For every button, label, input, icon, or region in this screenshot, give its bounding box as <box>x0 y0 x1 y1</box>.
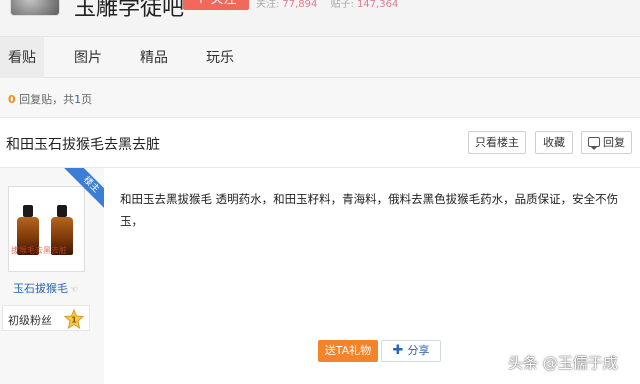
reply-summary-row: 0 回复贴，共1页 <box>0 78 640 118</box>
author-name: 玉石拔猴毛 <box>13 282 68 295</box>
author-level[interactable]: 初级粉丝 1 <box>2 305 90 331</box>
tab-fun[interactable]: 玩乐 <box>198 37 242 79</box>
post-content: 和田玉去黑拔猴毛 透明药水，和田玉籽料，青海料，俄料去黑色拔猴毛药水，品质保证，… <box>120 192 619 228</box>
posts-count: 147,364 <box>356 0 399 10</box>
follow-button[interactable]: + 关注 <box>183 0 249 10</box>
author-column: 拔猴毛去黑去脏 楼主 玉石拔猴毛 ☜ 初级粉丝 1 <box>0 168 104 384</box>
op-badge: 楼主 <box>64 168 104 212</box>
reply-button-label: 回复 <box>603 136 625 149</box>
thread-title: 和田玉石拔猴毛去黑去脏 <box>6 137 160 153</box>
share-label: 分享 <box>407 344 430 357</box>
reply-summary: 0 回复贴，共1页 <box>8 91 92 107</box>
followers-label: 关注: <box>256 0 280 10</box>
tab-posts[interactable]: 看贴 <box>0 37 44 79</box>
reply-label: 回复贴，共 <box>19 93 75 106</box>
share-button[interactable]: ✚ 分享 <box>381 340 441 362</box>
tab-bar: 看贴 图片 精品 玩乐 <box>0 36 640 79</box>
forum-header: 玉雕学徒吧 + 关注 关注:77,894 贴子:147,364 <box>0 0 640 36</box>
followers-count: 77,894 <box>282 0 318 10</box>
posts-label: 贴子: <box>330 0 354 10</box>
send-gift-button[interactable]: 送TA礼物 <box>318 340 378 362</box>
comment-icon <box>588 137 600 150</box>
only-op-button[interactable]: 只看楼主 <box>468 131 526 154</box>
forum-stats: 关注: 77,894 贴子: 147,364 <box>256 0 408 10</box>
source-watermark: 头条 @玉儒于成 <box>508 354 618 372</box>
level-number: 1 <box>71 316 77 325</box>
tab-featured[interactable]: 精品 <box>132 37 176 79</box>
hand-pointer-icon: ☜ <box>70 285 79 295</box>
page-unit: 页 <box>81 93 93 106</box>
forum-avatar[interactable] <box>10 0 60 16</box>
share-plus-icon: ✚ <box>392 343 404 358</box>
level-badge-icon: 1 <box>64 309 84 329</box>
avatar-watermark: 拔猴毛去黑去脏 <box>11 246 67 255</box>
op-ribbon: 楼主 <box>58 168 104 214</box>
thread-title-row: 和田玉石拔猴毛去黑去脏 只看楼主 收藏 回复 <box>0 118 640 168</box>
favorite-button[interactable]: 收藏 <box>535 131 573 154</box>
author-name-link[interactable]: 玉石拔猴毛 ☜ <box>13 280 78 296</box>
reply-button[interactable]: 回复 <box>581 131 632 154</box>
reply-count: 0 <box>8 93 16 106</box>
tab-images[interactable]: 图片 <box>66 37 110 79</box>
forum-name[interactable]: 玉雕学徒吧 <box>74 0 184 22</box>
level-title: 初级粉丝 <box>8 314 52 327</box>
